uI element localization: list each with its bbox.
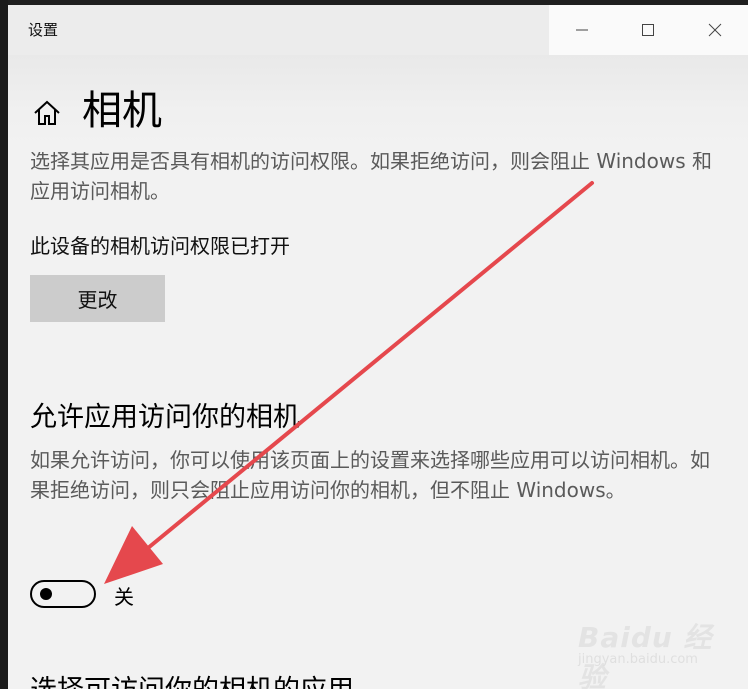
settings-window: 设置 相机 选择其应用是否具有相机的访问权限。如果拒绝访问，则会阻止 Windo… (0, 0, 748, 689)
page-title: 相机 (82, 88, 162, 134)
window-title: 设置 (28, 21, 59, 39)
toggle-state-label: 关 (114, 585, 134, 609)
maximize-icon (642, 24, 655, 36)
annotation-arrow-head (104, 526, 163, 584)
choose-apps-heading: 选择可访问你的相机的应用 (30, 668, 354, 689)
title-bar[interactable]: 设置 (8, 5, 748, 55)
toggle-knob (40, 588, 52, 600)
camera-access-description: 选择其应用是否具有相机的访问权限。如果拒绝访问，则会阻止 Windows 和应用… (30, 149, 712, 203)
minimize-icon (576, 29, 589, 31)
close-icon (708, 23, 722, 37)
page-header: 相机 (8, 55, 748, 150)
home-icon[interactable] (32, 98, 62, 128)
baidu-watermark: Baidu 经验 jingyan.baidu.com (560, 612, 730, 689)
allow-apps-heading: 允许应用访问你的相机 (30, 402, 300, 433)
caption-buttons (549, 5, 748, 55)
window-left-border (0, 0, 8, 689)
minimize-button[interactable] (549, 5, 615, 55)
allow-apps-description: 如果允许访问，你可以使用该页面上的设置来选择哪些应用可以访问相机。如果拒绝访问，… (30, 448, 710, 502)
close-button[interactable] (682, 5, 748, 55)
watermark-site: jingyan.baidu.com (578, 652, 698, 667)
change-button[interactable]: 更改 (30, 275, 165, 322)
maximize-button[interactable] (615, 5, 681, 55)
camera-access-status: 此设备的相机访问权限已打开 (30, 234, 290, 258)
allow-apps-toggle[interactable] (30, 580, 96, 608)
